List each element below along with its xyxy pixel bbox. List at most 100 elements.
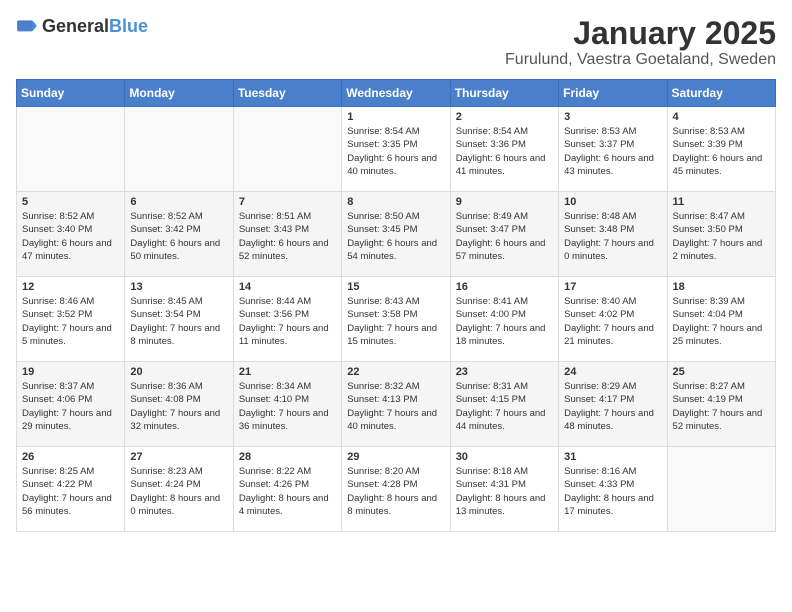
day-info: Sunrise: 8:51 AM Sunset: 3:43 PM Dayligh… xyxy=(239,210,336,263)
calendar-cell: 13 Sunrise: 8:45 AM Sunset: 3:54 PM Dayli… xyxy=(125,277,233,362)
day-info: Sunrise: 8:52 AM Sunset: 3:42 PM Dayligh… xyxy=(130,210,227,263)
weekday-header-thursday: Thursday xyxy=(450,80,558,107)
day-number: 26 xyxy=(22,451,119,463)
day-info: Sunrise: 8:36 AM Sunset: 4:08 PM Dayligh… xyxy=(130,380,227,433)
day-number: 10 xyxy=(564,196,661,208)
calendar-cell: 15Sunrise: 8:43 AM Sunset: 3:58 PM Dayli… xyxy=(342,277,450,362)
day-info: Sunrise: 8:54 AM Sunset: 3:35 PM Dayligh… xyxy=(347,125,444,178)
calendar-cell: 19 Sunrise: 8:37 AM Sunset: 4:06 PM Dayli… xyxy=(17,362,125,447)
day-info: Sunrise: 8:53 AM Sunset: 3:39 PM Dayligh… xyxy=(673,125,770,178)
day-info: Sunrise: 8:29 AM Sunset: 4:17 PM Dayligh… xyxy=(564,380,661,433)
day-info: Sunrise: 8:46 AM Sunset: 3:52 PM Dayligh… xyxy=(22,295,119,348)
week-row-4: 19 Sunrise: 8:37 AM Sunset: 4:06 PM Dayli… xyxy=(17,362,776,447)
day-info: Sunrise: 8:16 AM Sunset: 4:33 PM Dayligh… xyxy=(564,465,661,518)
calendar-cell: 23 Sunrise: 8:31 AM Sunset: 4:15 PM Dayli… xyxy=(450,362,558,447)
day-number: 31 xyxy=(564,451,661,463)
day-number: 5 xyxy=(22,196,119,208)
day-info: Sunrise: 8:34 AM Sunset: 4:10 PM Dayligh… xyxy=(239,380,336,433)
day-info: Sunrise: 8:44 AM Sunset: 3:56 PM Dayligh… xyxy=(239,295,336,348)
day-number: 17 xyxy=(564,281,661,293)
calendar-cell xyxy=(233,107,341,192)
week-row-2: 5 Sunrise: 8:52 AM Sunset: 3:40 PM Daylig… xyxy=(17,192,776,277)
day-number: 27 xyxy=(130,451,227,463)
day-number: 15 xyxy=(347,281,444,293)
day-number: 21 xyxy=(239,366,336,378)
weekday-header-saturday: Saturday xyxy=(667,80,775,107)
calendar-cell: 9Sunrise: 8:49 AM Sunset: 3:47 PM Daylig… xyxy=(450,192,558,277)
page-header: GeneralBlue January 2025 Furulund, Vaest… xyxy=(16,16,776,69)
day-number: 12 xyxy=(22,281,119,293)
week-row-3: 12 Sunrise: 8:46 AM Sunset: 3:52 PM Dayli… xyxy=(17,277,776,362)
day-number: 22 xyxy=(347,366,444,378)
calendar-cell: 22 Sunrise: 8:32 AM Sunset: 4:13 PM Dayli… xyxy=(342,362,450,447)
day-info: Sunrise: 8:31 AM Sunset: 4:15 PM Dayligh… xyxy=(456,380,553,433)
day-info: Sunrise: 8:54 AM Sunset: 3:36 PM Dayligh… xyxy=(456,125,553,178)
calendar-cell: 31 Sunrise: 8:16 AM Sunset: 4:33 PM Dayli… xyxy=(559,447,667,532)
day-info: Sunrise: 8:48 AM Sunset: 3:48 PM Dayligh… xyxy=(564,210,661,263)
day-info: Sunrise: 8:20 AM Sunset: 4:28 PM Dayligh… xyxy=(347,465,444,518)
week-row-1: 1 Sunrise: 8:54 AM Sunset: 3:35 PM Daylig… xyxy=(17,107,776,192)
day-number: 9 xyxy=(456,196,553,208)
calendar-cell: 26 Sunrise: 8:25 AM Sunset: 4:22 PM Dayli… xyxy=(17,447,125,532)
weekday-header-friday: Friday xyxy=(559,80,667,107)
calendar-cell: 12 Sunrise: 8:46 AM Sunset: 3:52 PM Dayli… xyxy=(17,277,125,362)
calendar-cell: 4 Sunrise: 8:53 AM Sunset: 3:39 PM Daylig… xyxy=(667,107,775,192)
calendar-cell: 1 Sunrise: 8:54 AM Sunset: 3:35 PM Daylig… xyxy=(342,107,450,192)
day-info: Sunrise: 8:22 AM Sunset: 4:26 PM Dayligh… xyxy=(239,465,336,518)
calendar-cell: 14Sunrise: 8:44 AM Sunset: 3:56 PM Dayli… xyxy=(233,277,341,362)
day-number: 2 xyxy=(456,111,553,123)
day-info: Sunrise: 8:27 AM Sunset: 4:19 PM Dayligh… xyxy=(673,380,770,433)
calendar-cell xyxy=(125,107,233,192)
day-number: 3 xyxy=(564,111,661,123)
day-info: Sunrise: 8:52 AM Sunset: 3:40 PM Dayligh… xyxy=(22,210,119,263)
day-number: 11 xyxy=(673,196,770,208)
calendar-cell: 16 Sunrise: 8:41 AM Sunset: 4:00 PM Dayli… xyxy=(450,277,558,362)
calendar-cell: 8Sunrise: 8:50 AM Sunset: 3:45 PM Daylig… xyxy=(342,192,450,277)
day-number: 13 xyxy=(130,281,227,293)
calendar-cell: 30Sunrise: 8:18 AM Sunset: 4:31 PM Dayli… xyxy=(450,447,558,532)
day-number: 18 xyxy=(673,281,770,293)
day-number: 19 xyxy=(22,366,119,378)
calendar-cell: 28 Sunrise: 8:22 AM Sunset: 4:26 PM Dayli… xyxy=(233,447,341,532)
day-number: 1 xyxy=(347,111,444,123)
calendar-cell xyxy=(667,447,775,532)
calendar-cell: 10 Sunrise: 8:48 AM Sunset: 3:48 PM Dayli… xyxy=(559,192,667,277)
calendar-cell xyxy=(17,107,125,192)
day-number: 23 xyxy=(456,366,553,378)
day-number: 25 xyxy=(673,366,770,378)
day-info: Sunrise: 8:40 AM Sunset: 4:02 PM Dayligh… xyxy=(564,295,661,348)
day-number: 7 xyxy=(239,196,336,208)
day-info: Sunrise: 8:18 AM Sunset: 4:31 PM Dayligh… xyxy=(456,465,553,518)
day-number: 4 xyxy=(673,111,770,123)
calendar-cell: 29Sunrise: 8:20 AM Sunset: 4:28 PM Dayli… xyxy=(342,447,450,532)
weekday-header-monday: Monday xyxy=(125,80,233,107)
logo-icon xyxy=(16,16,38,38)
day-info: Sunrise: 8:47 AM Sunset: 3:50 PM Dayligh… xyxy=(673,210,770,263)
day-number: 8 xyxy=(347,196,444,208)
calendar-cell: 5 Sunrise: 8:52 AM Sunset: 3:40 PM Daylig… xyxy=(17,192,125,277)
day-info: Sunrise: 8:23 AM Sunset: 4:24 PM Dayligh… xyxy=(130,465,227,518)
day-info: Sunrise: 8:25 AM Sunset: 4:22 PM Dayligh… xyxy=(22,465,119,518)
calendar-table: SundayMondayTuesdayWednesdayThursdayFrid… xyxy=(16,79,776,532)
day-info: Sunrise: 8:41 AM Sunset: 4:00 PM Dayligh… xyxy=(456,295,553,348)
calendar-cell: 20 Sunrise: 8:36 AM Sunset: 4:08 PM Dayli… xyxy=(125,362,233,447)
day-info: Sunrise: 8:32 AM Sunset: 4:13 PM Dayligh… xyxy=(347,380,444,433)
day-info: Sunrise: 8:39 AM Sunset: 4:04 PM Dayligh… xyxy=(673,295,770,348)
day-number: 24 xyxy=(564,366,661,378)
calendar-cell: 2 Sunrise: 8:54 AM Sunset: 3:36 PM Daylig… xyxy=(450,107,558,192)
calendar-cell: 17 Sunrise: 8:40 AM Sunset: 4:02 PM Dayli… xyxy=(559,277,667,362)
logo-blue-text: Blue xyxy=(109,16,148,36)
calendar-cell: 27 Sunrise: 8:23 AM Sunset: 4:24 PM Dayli… xyxy=(125,447,233,532)
calendar-cell: 7 Sunrise: 8:51 AM Sunset: 3:43 PM Daylig… xyxy=(233,192,341,277)
logo-general-text: General xyxy=(42,16,109,36)
day-info: Sunrise: 8:37 AM Sunset: 4:06 PM Dayligh… xyxy=(22,380,119,433)
calendar-cell: 18 Sunrise: 8:39 AM Sunset: 4:04 PM Dayli… xyxy=(667,277,775,362)
day-number: 28 xyxy=(239,451,336,463)
day-number: 20 xyxy=(130,366,227,378)
weekday-header-row: SundayMondayTuesdayWednesdayThursdayFrid… xyxy=(17,80,776,107)
day-number: 16 xyxy=(456,281,553,293)
weekday-header-sunday: Sunday xyxy=(17,80,125,107)
day-number: 6 xyxy=(130,196,227,208)
weekday-header-tuesday: Tuesday xyxy=(233,80,341,107)
day-info: Sunrise: 8:45 AM Sunset: 3:54 PM Dayligh… xyxy=(130,295,227,348)
